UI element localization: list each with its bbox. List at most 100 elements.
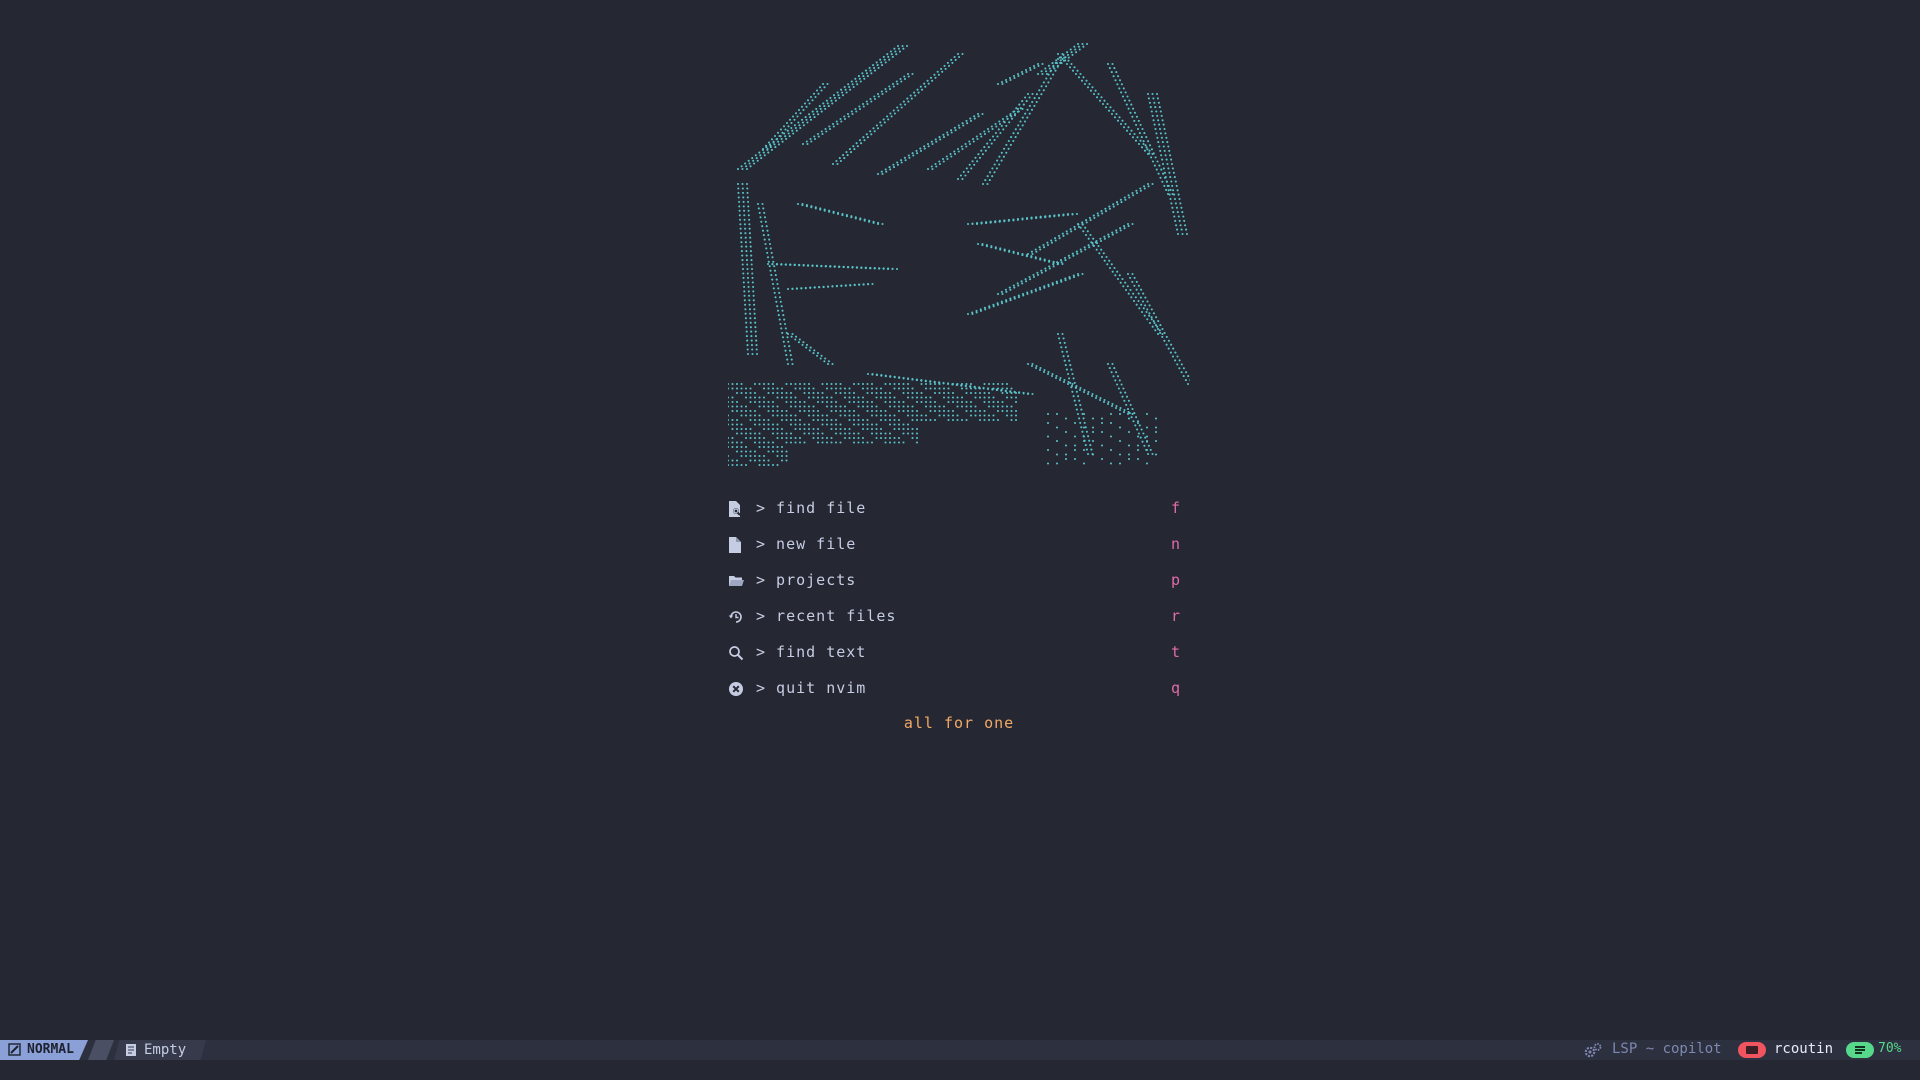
art-dot <box>1118 453 1122 456</box>
art-dot <box>1048 214 1051 217</box>
art-dot <box>738 200 741 203</box>
art-dot <box>994 131 997 135</box>
art-dot <box>776 387 779 390</box>
art-dot <box>740 405 743 408</box>
art-dot <box>920 400 923 404</box>
art-dot <box>1033 66 1036 70</box>
art-dot <box>884 168 887 171</box>
art-dot <box>1133 132 1136 136</box>
art-dot <box>1140 310 1144 314</box>
menu-item-find-file[interactable]: > find file f <box>728 489 1190 525</box>
art-dot <box>852 85 855 89</box>
art-dot <box>1107 109 1111 112</box>
art-dot <box>764 220 767 223</box>
art-dot <box>803 432 806 435</box>
art-dot <box>873 97 877 101</box>
art-dot <box>812 418 815 422</box>
art-dot <box>762 436 766 440</box>
art-dot <box>1048 67 1051 70</box>
art-dot <box>1084 248 1087 251</box>
art-dot <box>893 423 896 426</box>
art-dot <box>893 387 896 390</box>
art-dot <box>770 138 774 141</box>
art-dot <box>744 312 747 315</box>
art-dot <box>781 309 784 312</box>
art-dot <box>806 99 810 102</box>
art-dot <box>1154 453 1158 456</box>
menu-item-recent-files[interactable]: > recent files r <box>728 597 1190 633</box>
art-dot <box>743 218 746 221</box>
menu-item-projects[interactable]: > projects p <box>728 561 1190 597</box>
art-dot <box>771 387 775 390</box>
art-dot <box>1115 371 1118 374</box>
art-dot <box>1042 370 1046 374</box>
art-dot <box>916 152 919 155</box>
art-dot <box>1064 259 1067 262</box>
art-dot <box>1134 296 1137 299</box>
art-dot <box>1014 414 1018 417</box>
art-dot <box>938 409 941 413</box>
art-dot <box>1118 439 1122 443</box>
art-dot <box>768 238 771 241</box>
art-dot <box>1172 189 1175 192</box>
art-dot <box>980 135 983 138</box>
art-dot <box>888 166 891 169</box>
art-dot <box>767 463 770 467</box>
art-dot <box>1005 143 1008 146</box>
art-dot <box>1071 372 1074 376</box>
art-dot <box>912 154 915 157</box>
art-dot <box>1137 432 1140 435</box>
art-dot <box>751 352 754 356</box>
menu-item-quit-nvim[interactable]: > quit nvim q <box>728 669 1190 705</box>
art-dot <box>1180 363 1183 366</box>
art-dot <box>902 427 905 431</box>
art-dot <box>798 441 802 444</box>
menu-item-find-text[interactable]: > find text t <box>728 633 1190 669</box>
art-dot <box>812 405 815 408</box>
art-dot <box>1002 128 1005 131</box>
art-dot <box>839 405 842 408</box>
art-dot <box>749 241 752 244</box>
art-dot <box>782 314 785 317</box>
art-dot <box>839 117 842 121</box>
art-dot <box>758 423 761 426</box>
art-dot <box>854 217 857 220</box>
art-dot <box>798 382 802 386</box>
art-dot <box>748 303 751 306</box>
menu-item-label: > new file <box>756 535 857 553</box>
art-dot <box>947 418 950 422</box>
art-dot <box>866 136 869 139</box>
art-dot <box>1169 176 1172 179</box>
art-dot <box>1118 274 1121 277</box>
art-dot <box>999 248 1002 251</box>
art-dot <box>919 147 922 150</box>
art-dot <box>785 414 788 417</box>
art-dot <box>850 110 853 113</box>
art-dot <box>1120 201 1123 204</box>
art-dot <box>1118 412 1122 416</box>
art-dot <box>805 346 808 349</box>
art-dot <box>1026 116 1029 119</box>
art-dot <box>761 202 764 206</box>
menu-item-new-file[interactable]: > new file n <box>728 525 1190 561</box>
art-dot <box>1014 400 1018 404</box>
art-dot <box>1151 92 1154 96</box>
art-dot <box>951 418 955 422</box>
art-dot <box>960 382 964 386</box>
art-dot <box>736 167 740 171</box>
art-dot <box>839 414 842 417</box>
art-dot <box>956 382 959 386</box>
art-dot <box>1107 235 1110 238</box>
art-dot <box>915 441 919 444</box>
art-dot <box>762 418 766 422</box>
art-dot <box>843 157 846 160</box>
art-dot <box>1136 457 1140 461</box>
art-dot <box>942 133 945 136</box>
art-dot <box>1176 355 1179 358</box>
art-dot <box>746 187 749 190</box>
art-dot <box>1021 72 1024 76</box>
art-dot <box>888 58 891 61</box>
art-dot <box>875 396 878 399</box>
art-dot <box>1123 99 1126 102</box>
art-dot <box>816 110 819 113</box>
